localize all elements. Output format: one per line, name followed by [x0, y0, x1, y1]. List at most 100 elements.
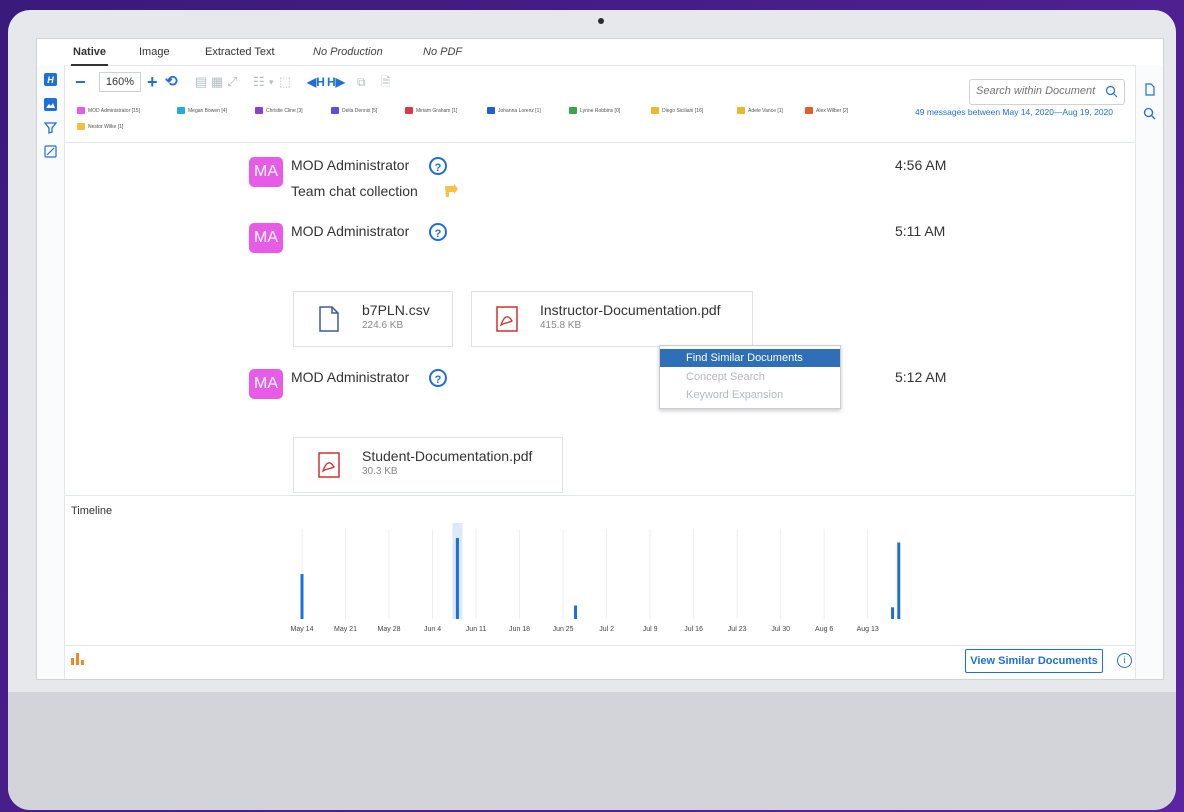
help-icon[interactable]: ? [429, 157, 447, 175]
legend-swatch [331, 107, 339, 114]
bar-chart-icon[interactable] [71, 653, 85, 665]
legend-label: Alex Wilber [2] [816, 107, 849, 114]
laptop-frame: Native Image Extracted Text No Productio… [8, 10, 1176, 810]
tick-label: Jun 4 [424, 626, 441, 633]
search-icon[interactable] [1105, 85, 1118, 98]
sender-name: MOD Administrator [291, 369, 410, 385]
search-box[interactable] [969, 79, 1125, 105]
timeline-bar[interactable] [897, 542, 901, 620]
message-count: 49 messages between May 14, 2020—Aug 19,… [915, 107, 1113, 117]
legend-item: Johanna Lorenz [1] [487, 107, 541, 114]
legend-item: Adele Vance [1] [737, 107, 783, 114]
attachment-name: b7PLN.csv [362, 302, 430, 318]
next-hit-icon[interactable]: H▶ [327, 74, 345, 90]
pdf-icon[interactable]: 🗎 [381, 74, 391, 90]
message-time: 5:12 AM [895, 369, 947, 385]
laptop-base [8, 692, 1176, 810]
redact-icon[interactable] [44, 145, 57, 158]
fit-width-icon[interactable]: ▤ [195, 74, 207, 90]
layout-icon[interactable]: ☷ [253, 74, 265, 90]
attachment-name: Instructor-Documentation.pdf [540, 302, 721, 318]
tick-label: Jun 11 [466, 626, 487, 633]
attachment-card[interactable]: Instructor-Documentation.pdf 415.8 KB [471, 291, 753, 347]
attachment-card[interactable]: Student-Documentation.pdf 30.3 KB [293, 437, 563, 493]
info-icon[interactable]: i [1117, 653, 1132, 668]
tick-label: Jul 23 [728, 626, 747, 633]
legend-item: Diego Siciliani [16] [651, 107, 703, 114]
fit-page-icon[interactable]: ▦ [211, 74, 223, 90]
filter-icon[interactable] [44, 121, 57, 134]
attachment-size: 30.3 KB [362, 466, 398, 477]
avatar: MA [249, 157, 283, 187]
legend-item: Christie Cline [3] [255, 107, 303, 114]
chevron-down-icon[interactable]: ▾ [269, 74, 274, 90]
zoom-out-button[interactable]: − [75, 73, 86, 91]
pdf-file-icon [318, 452, 340, 478]
timeline-chart[interactable]: May 14 May 21 May 28 Jun 4 Jun 11 Jun 18 Jun 2… [277, 519, 917, 639]
legend-swatch [77, 123, 85, 130]
legend-item: Alex Wilber [2] [805, 107, 848, 114]
context-menu: Find Similar Documents Concept Search Ke… [659, 345, 841, 409]
tick-label: May 28 [378, 626, 401, 633]
select-area-icon[interactable]: ⬚ [279, 74, 291, 90]
zoom-in-button[interactable]: + [147, 73, 158, 91]
legend-item: MOD Administrator [15] [77, 107, 140, 114]
legend-swatch [255, 107, 263, 114]
avatar: MA [249, 223, 283, 253]
menu-item-keyword-expansion: Keyword Expansion [686, 389, 784, 401]
zoom-level[interactable]: 160% [99, 72, 141, 92]
sender-name: MOD Administrator [291, 157, 410, 173]
tick-label: Jul 9 [643, 626, 658, 633]
prev-hit-icon[interactable]: ◀H [307, 74, 325, 90]
right-rail [1135, 65, 1163, 679]
menu-item-concept-search: Concept Search [686, 371, 765, 383]
tick-label: Aug 13 [857, 626, 879, 633]
csv-file-icon [319, 306, 339, 332]
legend-label: Diego Siciliani [16] [662, 107, 704, 114]
menu-item-find-similar[interactable]: Find Similar Documents [660, 349, 840, 367]
image-icon[interactable] [44, 98, 57, 111]
message-time: 5:11 AM [895, 223, 946, 239]
tab-native[interactable]: Native [70, 46, 109, 66]
message-text: Team chat collection [291, 183, 418, 199]
tick-label: Jun 18 [509, 626, 530, 633]
document-viewer: Native Image Extracted Text No Productio… [36, 38, 1164, 680]
timeline-bar[interactable] [574, 605, 578, 620]
legend-divider [65, 142, 1135, 143]
legend-item: Miriam Graham [1] [405, 107, 457, 114]
fullscreen-icon[interactable]: ⤢ [227, 74, 237, 90]
search-input[interactable] [970, 80, 1106, 102]
document-icon[interactable] [1143, 83, 1156, 96]
left-rail: H [37, 65, 65, 679]
search-icon[interactable] [1143, 107, 1156, 120]
help-icon[interactable]: ? [429, 223, 447, 241]
legend-label: Johanna Lorenz [1] [498, 107, 541, 114]
attachment-card[interactable]: b7PLN.csv 224.6 KB [293, 291, 453, 347]
timeline-label: Timeline [71, 505, 113, 517]
legend-swatch [569, 107, 577, 114]
tick-label: May 14 [291, 626, 314, 633]
view-similar-documents-button[interactable]: View Similar Documents [965, 649, 1103, 673]
tick-label: May 21 [334, 626, 357, 633]
tab-extracted-text[interactable]: Extracted Text [205, 46, 275, 58]
timeline-bar[interactable] [300, 574, 304, 619]
hand-pointer-icon [445, 184, 458, 197]
legend-item: Nestor Wilke [1] [77, 123, 123, 130]
help-icon[interactable]: ? [429, 369, 447, 387]
legend-label: MOD Administrator [15] [88, 107, 140, 114]
footer-divider [65, 645, 1135, 646]
legend-swatch [405, 107, 413, 114]
copy-icon[interactable]: ⧉ [357, 74, 366, 90]
rotate-icon[interactable]: ⟲ [165, 74, 178, 90]
highlight-icon[interactable]: H [44, 73, 57, 86]
legend-swatch [487, 107, 495, 114]
timeline-bar[interactable] [455, 538, 459, 619]
tab-image[interactable]: Image [139, 46, 170, 58]
svg-text:H: H [47, 75, 54, 85]
tick-label: Jul 30 [771, 626, 790, 633]
timeline-bar[interactable] [891, 607, 895, 619]
legend-item: Lynne Robbins [0] [569, 107, 620, 114]
legend-swatch [805, 107, 813, 114]
attachment-name: Student-Documentation.pdf [362, 448, 533, 464]
sender-name: MOD Administrator [291, 223, 410, 239]
